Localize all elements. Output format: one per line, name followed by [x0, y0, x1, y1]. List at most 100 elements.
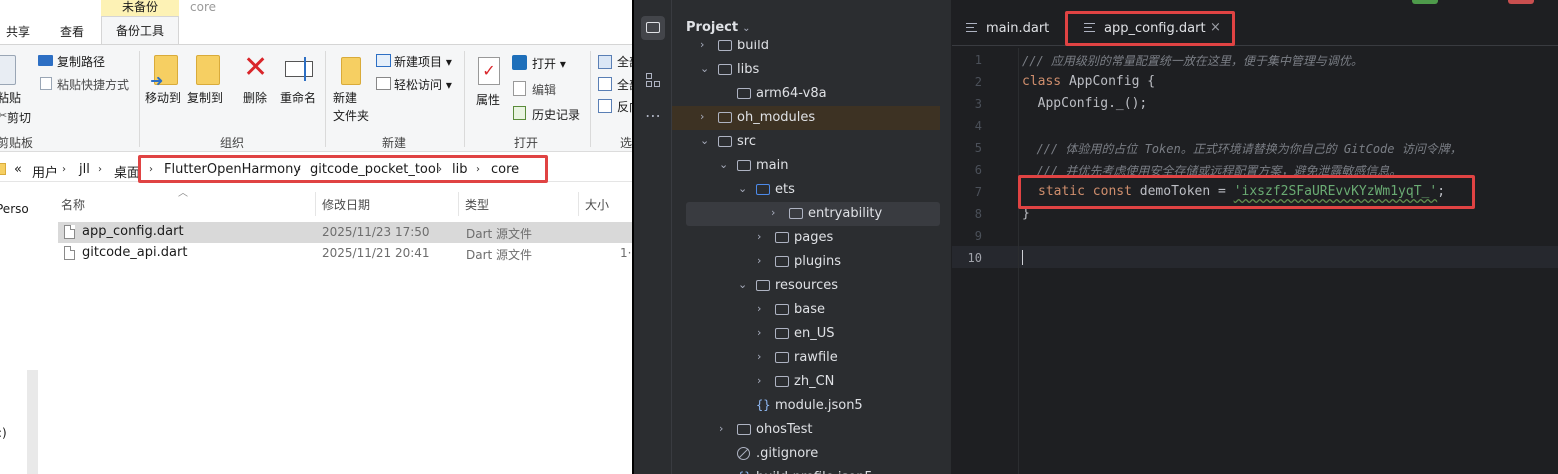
chevron-right-icon[interactable]: › — [98, 164, 102, 175]
chevron-right-icon[interactable]: › — [757, 374, 761, 387]
chevron-down-icon[interactable]: ⌄ — [700, 134, 709, 147]
nav-item-partial[interactable]: Perso — [0, 202, 29, 216]
ribbon-tab-strip: 共享 查看 未备份 备份工具 core — [0, 0, 632, 45]
breadcrumb-desktop[interactable]: 桌面 — [114, 162, 140, 181]
paste-shortcut-button[interactable]: 粘贴快捷方式 — [57, 76, 129, 93]
code-line: AppConfig._(); — [1022, 96, 1148, 111]
tree-item[interactable]: › ohosTest — [672, 418, 940, 442]
tree-item[interactable]: .gitignore — [672, 442, 940, 466]
open-button[interactable]: 打开 ▾ — [532, 55, 566, 72]
nav-scrollbar[interactable] — [27, 370, 38, 474]
tree-item[interactable]: ⌄ ets — [672, 178, 940, 202]
tree-item[interactable]: ⌄ src — [672, 130, 940, 154]
file-row-gitcode-api[interactable]: gitcode_api.dart 2025/11/21 20:41 Dart 源… — [58, 243, 632, 264]
column-header-type[interactable]: 类型 — [465, 196, 489, 213]
line-number: 5 — [974, 141, 982, 155]
chevron-right-icon[interactable]: › — [757, 350, 761, 363]
copy-to-button[interactable]: 复制到 — [187, 89, 223, 106]
select-none-icon — [598, 77, 612, 91]
window-control[interactable] — [1412, 0, 1438, 4]
column-header-modified[interactable]: 修改日期 — [322, 196, 370, 213]
column-divider[interactable] — [578, 192, 579, 216]
file-modified: 2025/11/23 17:50 — [322, 225, 430, 239]
cut-button[interactable]: 剪切 — [7, 109, 31, 126]
chevron-right-icon[interactable]: › — [719, 422, 723, 435]
invert-selection-icon — [598, 99, 612, 113]
tree-item[interactable]: › oh_modules — [672, 106, 940, 130]
chevron-right-icon[interactable]: › — [771, 206, 775, 219]
easy-access-button[interactable]: 轻松访问 ▾ — [394, 76, 452, 93]
chevron-right-icon[interactable]: › — [757, 254, 761, 267]
tree-item[interactable]: › en_US — [672, 322, 940, 346]
chevron-down-icon[interactable]: ⌄ — [742, 23, 750, 34]
breadcrumb-users[interactable]: 用户 — [32, 162, 58, 181]
properties-icon[interactable]: ✓ — [478, 57, 500, 85]
tree-item[interactable]: ⌄ resources — [672, 274, 940, 298]
chevron-right-icon[interactable]: › — [757, 230, 761, 243]
rename-button[interactable]: 重命名 — [280, 89, 316, 106]
project-panel-title[interactable]: Project ⌄ — [686, 20, 750, 35]
tree-item[interactable]: › pages — [672, 226, 940, 250]
tree-item[interactable]: › base — [672, 298, 940, 322]
tree-item[interactable]: › plugins — [672, 250, 940, 274]
tab-backup-tools[interactable]: 备份工具 — [101, 16, 179, 45]
project-tool-button[interactable] — [641, 16, 665, 40]
code-comment: /// 应用级别的常量配置统一放在这里，便于集中管理与调优。 — [1022, 54, 1363, 68]
nav-drive-partial[interactable]: :) — [0, 426, 7, 440]
history-button[interactable]: 历史记录 — [532, 106, 580, 123]
select-none-button[interactable]: 全部 — [617, 76, 632, 93]
new-item-button[interactable]: 新建项目 ▾ — [394, 53, 452, 70]
tree-item[interactable]: {} module.json5 — [672, 394, 940, 418]
tree-item[interactable]: › rawfile — [672, 346, 940, 370]
chevron-down-icon[interactable]: ⌄ — [738, 278, 747, 291]
invert-selection-button[interactable]: 反向 — [617, 98, 632, 115]
rename-icon[interactable] — [285, 61, 313, 77]
chevron-down-icon[interactable]: ⌄ — [738, 182, 747, 195]
paste-icon[interactable] — [0, 55, 16, 85]
chevron-right-icon[interactable]: › — [700, 40, 704, 51]
line-number: 4 — [974, 119, 982, 133]
tab-view[interactable]: 查看 — [60, 23, 84, 40]
tab-share[interactable]: 共享 — [6, 23, 30, 40]
chevron-right-icon[interactable]: › — [700, 110, 704, 123]
window-control[interactable] — [1508, 0, 1534, 4]
tab-main-dart[interactable]: main.dart — [966, 10, 1066, 46]
folder-icon — [718, 64, 732, 75]
tree-item[interactable]: {} build-profile.json5 — [672, 466, 940, 474]
column-header-size[interactable]: 大小 — [585, 196, 609, 213]
tree-item[interactable]: › build — [672, 40, 940, 58]
json-file-icon: {} — [737, 470, 751, 474]
copy-to-icon[interactable] — [196, 55, 220, 85]
file-row-app-config[interactable]: app_config.dart 2025/11/23 17:50 Dart 源文… — [58, 222, 632, 243]
select-all-button[interactable]: 全部 — [617, 53, 632, 70]
properties-button[interactable]: 属性 — [476, 91, 500, 108]
chevron-down-icon[interactable]: ⌄ — [719, 158, 728, 171]
tree-item[interactable]: ⌄ libs — [672, 58, 940, 82]
tree-item[interactable]: › entryability — [686, 202, 940, 226]
chevron-right-icon[interactable]: › — [62, 164, 66, 175]
move-to-button[interactable]: 移动到 — [145, 89, 181, 106]
delete-icon[interactable]: ✕ — [243, 51, 268, 85]
tree-item[interactable]: arm64-v8a — [672, 82, 940, 106]
backup-status-badge: 未备份 — [101, 0, 179, 16]
tree-item[interactable]: › zh_CN — [672, 370, 940, 394]
edit-button[interactable]: 编辑 — [532, 81, 556, 98]
line-number: 3 — [974, 97, 982, 111]
structure-tool-button[interactable] — [641, 68, 665, 92]
more-tools-icon[interactable]: ⋯ — [641, 106, 665, 130]
chevron-right-icon[interactable]: › — [757, 302, 761, 315]
chevron-down-icon[interactable]: ⌄ — [700, 62, 709, 75]
breadcrumb-jll[interactable]: jll — [79, 162, 90, 177]
column-divider[interactable] — [458, 192, 459, 216]
code-area[interactable]: /// 应用级别的常量配置统一放在这里，便于集中管理与调优。 class App… — [1022, 48, 1558, 474]
new-folder-icon[interactable] — [341, 57, 361, 85]
column-header-name[interactable]: 名称 — [61, 196, 85, 213]
tree-item[interactable]: ⌄ main — [672, 154, 940, 178]
column-divider[interactable] — [315, 192, 316, 216]
paste-button[interactable]: 粘贴 — [0, 89, 21, 106]
breadcrumb-overflow[interactable]: « — [14, 162, 22, 177]
delete-button[interactable]: 删除 — [243, 89, 267, 106]
new-folder-button[interactable]: 新建 文件夹 — [333, 89, 369, 125]
copy-path-button[interactable]: 复制路径 — [57, 53, 105, 70]
chevron-right-icon[interactable]: › — [757, 326, 761, 339]
